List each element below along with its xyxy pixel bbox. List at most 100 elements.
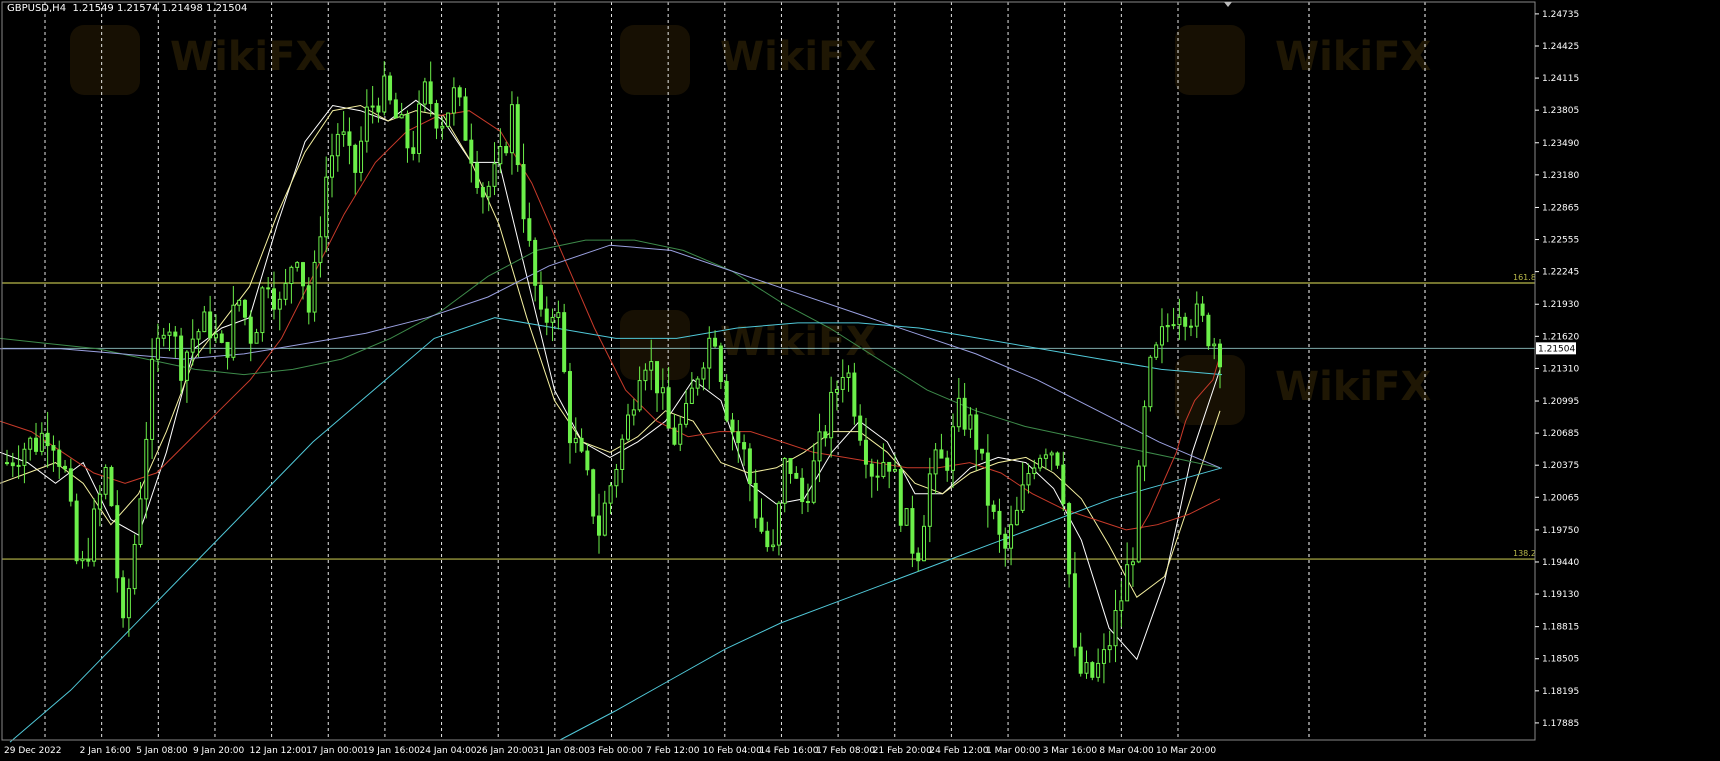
candle-body [782, 458, 787, 504]
candle-body [1090, 662, 1095, 678]
candle-body [527, 218, 532, 241]
candle-body [1096, 662, 1101, 678]
candle-body [1171, 324, 1176, 327]
y-tick-label: 1.23805 [1542, 106, 1579, 116]
candle-body [16, 464, 21, 467]
candle-body [858, 415, 863, 441]
candle-body [730, 419, 735, 433]
current-price-label: 1.21504 [1538, 344, 1575, 354]
candle-body [74, 500, 79, 562]
candle-body [405, 114, 410, 149]
candle-body [1032, 467, 1037, 475]
candle-body [724, 381, 729, 421]
x-tick-label: 21 Feb 20:00 [873, 746, 932, 756]
candle-body [5, 462, 9, 465]
candle-body [910, 508, 915, 554]
candle-body [28, 437, 33, 450]
candle-body [399, 114, 404, 119]
candle-body [138, 498, 143, 545]
y-tick-label: 1.19750 [1542, 526, 1579, 536]
candle-body [22, 448, 27, 466]
candle-body [1142, 406, 1147, 467]
fib-level-label: 161.8 [1513, 273, 1536, 282]
candle-body [689, 387, 694, 404]
candle-body [121, 577, 126, 619]
candle-body [190, 338, 195, 353]
candle-body [834, 388, 839, 393]
x-tick-label: 24 Jan 04:00 [420, 746, 477, 756]
candle-body [933, 449, 938, 475]
x-tick-label: 9 Jan 20:00 [193, 746, 245, 756]
y-tick-label: 1.23180 [1542, 171, 1579, 181]
candle-body [655, 361, 660, 394]
candle-body [1020, 484, 1025, 511]
chart-area[interactable]: WikiFX WikiFX WikiFX WikiFX WikiFX 161.8 138.… [0, 0, 1720, 757]
candle-body [480, 187, 485, 198]
candle-body [115, 505, 120, 579]
candle-body [863, 439, 868, 465]
candle-body [1165, 325, 1170, 328]
candle-body [428, 81, 433, 105]
candle-body [579, 437, 584, 452]
candle-body [765, 530, 770, 548]
candle-body [1061, 464, 1066, 505]
candle-body [823, 431, 828, 439]
candle-body [254, 332, 259, 344]
candle-body [1159, 326, 1164, 346]
x-tick-label: 5 Jan 08:00 [136, 746, 188, 756]
candle-body [68, 468, 73, 502]
candle-body [196, 331, 201, 340]
y-tick-label: 1.18195 [1542, 687, 1579, 697]
candle-body [422, 81, 427, 105]
candle-body [393, 99, 398, 119]
candle-body [649, 361, 654, 371]
watermark-logo [1175, 355, 1245, 425]
candle-body [103, 466, 108, 495]
candle-body [1183, 316, 1188, 327]
x-tick-label: 19 Jan 16:00 [363, 746, 420, 756]
price-chart[interactable]: WikiFX WikiFX WikiFX WikiFX WikiFX 161.8 138.… [0, 0, 1720, 757]
candle-body [376, 105, 381, 113]
candle-body [620, 438, 625, 470]
candle-body [1119, 600, 1124, 612]
y-tick-label: 1.18815 [1542, 623, 1579, 633]
candle-body [161, 334, 166, 339]
candle-body [364, 106, 369, 142]
candle-body [1067, 503, 1072, 575]
candle-body [347, 131, 352, 146]
candle-body [567, 371, 572, 444]
symbol-label: GBPUSD,H4 [7, 3, 67, 14]
y-tick-label: 1.20995 [1542, 397, 1579, 407]
candle-body [213, 333, 218, 339]
x-tick-label: 14 Feb 16:00 [759, 746, 818, 756]
candle-body [231, 304, 236, 358]
watermark-logo [70, 25, 140, 95]
candle-body [155, 337, 160, 360]
candle-body [596, 515, 601, 536]
candle-body [707, 337, 712, 369]
candle-body [626, 414, 631, 440]
candle-body [1194, 303, 1199, 327]
chart-shift-marker[interactable] [1224, 2, 1232, 7]
candle-body [1136, 465, 1141, 563]
candle-body [225, 341, 230, 358]
candle-body [202, 311, 207, 333]
watermark-text: WikiFX [720, 34, 876, 80]
candle-body [34, 437, 39, 452]
candle-body [968, 414, 973, 430]
candle-body [904, 508, 909, 526]
x-tick-label: 8 Mar 04:00 [1099, 746, 1154, 756]
candle-body [150, 358, 155, 440]
watermark-logo [620, 25, 690, 95]
candle-body [550, 316, 555, 323]
candle-body [916, 552, 921, 562]
candle-body [242, 299, 247, 318]
candle-body [57, 449, 62, 467]
candle-body [695, 378, 700, 389]
candle-body [846, 372, 851, 378]
y-tick-label: 1.24115 [1542, 74, 1579, 84]
candle-body [1125, 564, 1130, 602]
candle-body [811, 460, 816, 503]
candle-body [1038, 457, 1043, 469]
candle-body [660, 387, 665, 394]
